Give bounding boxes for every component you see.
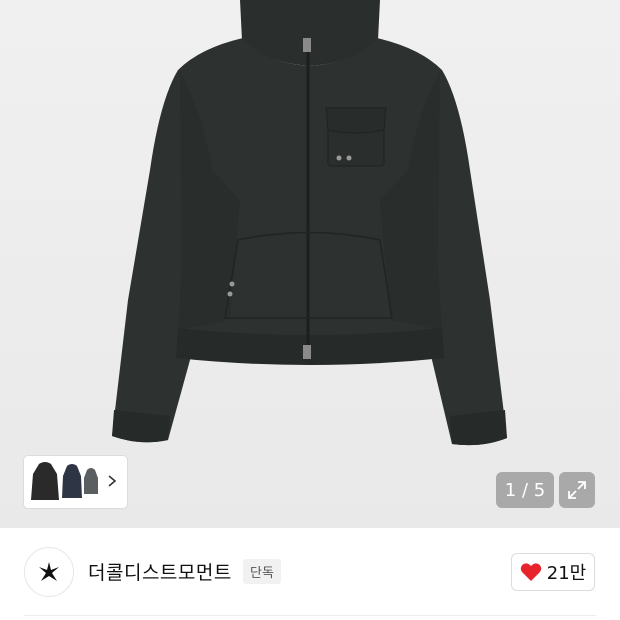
thumbnail-grey-hoodie[interactable] <box>83 460 99 504</box>
product-image-hoodie <box>112 0 507 446</box>
fullscreen-button[interactable] <box>559 472 595 508</box>
like-count: 21만 <box>546 563 587 584</box>
exclusive-badge: 단독 <box>243 559 281 584</box>
like-button[interactable]: 21만 <box>511 553 595 591</box>
image-counter: 1 / 5 <box>496 472 554 508</box>
brand-name[interactable]: 더콜디스트모먼트 <box>88 558 232 585</box>
product-image-gallery[interactable]: 1 / 5 <box>0 0 620 528</box>
thumbnail-black-hoodie[interactable] <box>29 460 61 504</box>
brand-row: 더콜디스트모먼트 단독 21만 <box>0 528 620 620</box>
heart-icon <box>520 563 542 581</box>
divider <box>24 615 596 616</box>
thumbnail-navy-hoodie[interactable] <box>61 460 83 504</box>
brand-logo[interactable] <box>24 547 74 597</box>
brand-star-icon <box>39 562 59 581</box>
chevron-right-icon[interactable] <box>105 470 119 492</box>
expand-icon <box>568 481 586 499</box>
color-thumbnail-strip[interactable] <box>24 456 127 508</box>
